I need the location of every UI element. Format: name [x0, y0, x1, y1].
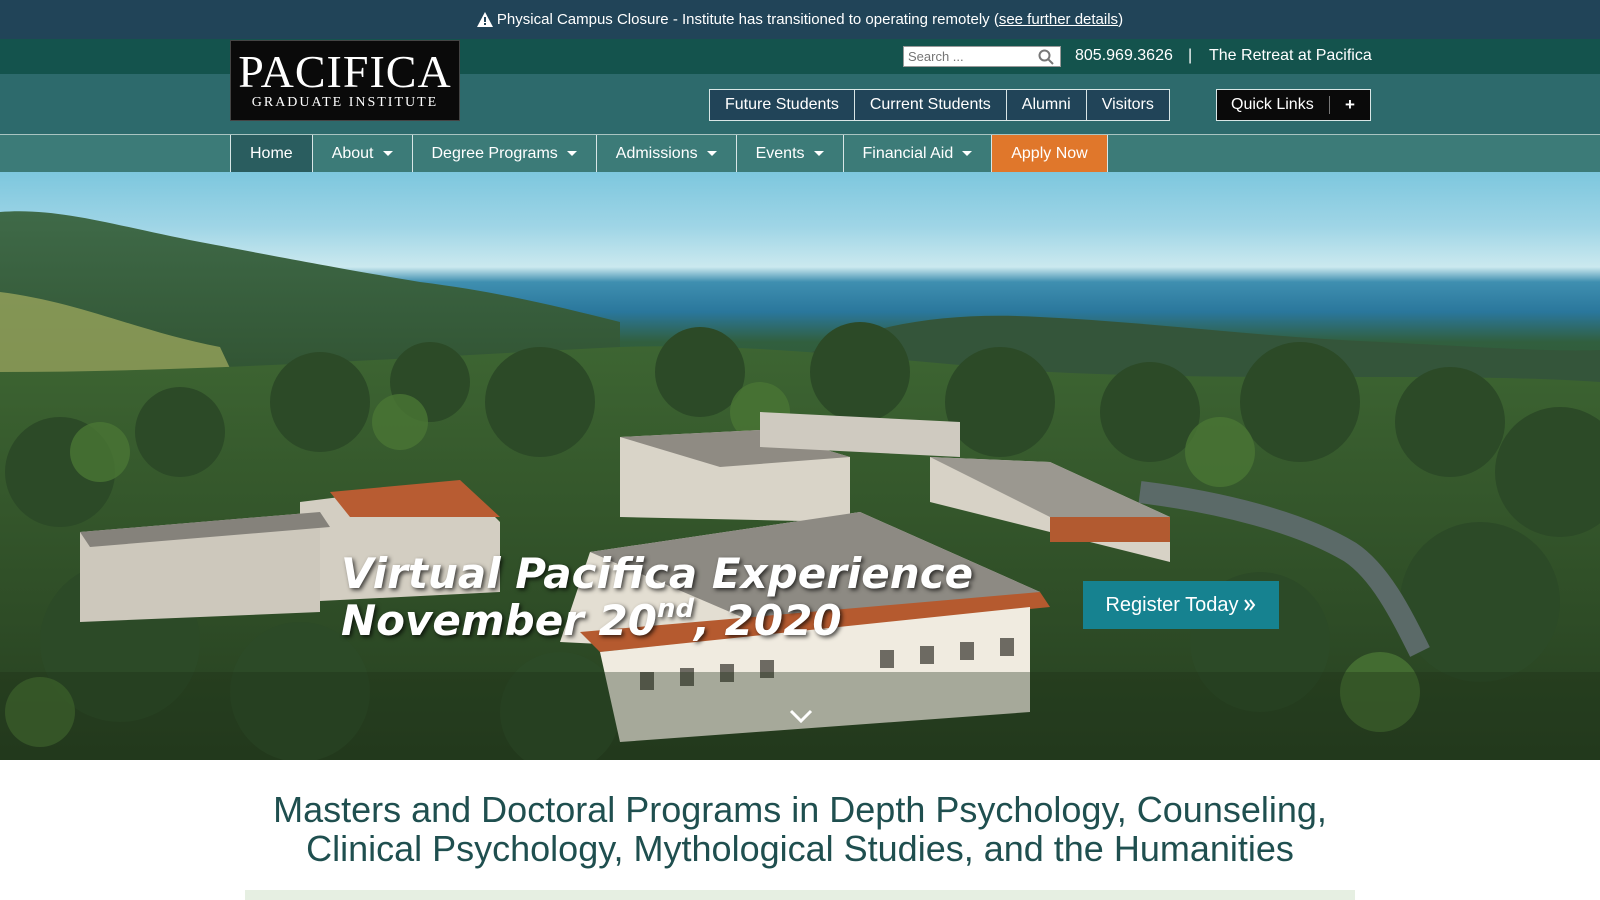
hero-date: November 20	[341, 596, 657, 645]
audience-nav: Future Students Current Students Alumni …	[709, 89, 1170, 121]
nav-financial-aid[interactable]: Financial Aid	[842, 135, 992, 172]
plus-icon: +	[1345, 95, 1355, 114]
current-students-button[interactable]: Current Students	[854, 90, 1007, 120]
intro-line-2: Clinical Psychology, Mythological Studie…	[306, 828, 1294, 869]
caret-down-icon	[813, 151, 824, 156]
intro-line-1: Masters and Doctoral Programs in Depth P…	[273, 789, 1327, 830]
hero-year: , 2020	[694, 596, 842, 645]
apply-now-label: Apply Now	[1011, 144, 1088, 162]
nav-admissions-label: Admissions	[615, 144, 698, 162]
main-nav: Home About Degree Programs Admissions Ev…	[230, 135, 1108, 172]
nav-events[interactable]: Events	[735, 135, 843, 172]
nav-degree-programs-label: Degree Programs	[431, 144, 558, 162]
register-label: Register Today	[1105, 593, 1239, 616]
further-details-link[interactable]: see further details	[999, 11, 1118, 28]
hero-line-2: November 20nd, 2020	[341, 594, 973, 645]
nav-about[interactable]: About	[311, 135, 412, 172]
caret-down-icon	[706, 151, 717, 156]
hero-banner: Virtual Pacifica Experience November 20n…	[0, 172, 1600, 760]
alumni-button[interactable]: Alumni	[1006, 90, 1087, 120]
site-header: PACIFICA GRADUATE INSTITUTE 805.969.3626…	[0, 39, 1600, 172]
register-today-button[interactable]: Register Today	[1083, 581, 1279, 629]
intro-heading: Masters and Doctoral Programs in Depth P…	[0, 790, 1600, 868]
quick-links-label: Quick Links	[1217, 96, 1330, 114]
logo-title: PACIFICA	[238, 45, 452, 97]
warning-icon	[476, 12, 493, 27]
nav-home-label: Home	[250, 144, 293, 162]
pacifica-logo[interactable]: PACIFICA GRADUATE INSTITUTE	[230, 40, 460, 121]
search-input[interactable]	[904, 47, 1034, 66]
nav-degree-programs[interactable]: Degree Programs	[411, 135, 596, 172]
hero-line-1: Virtual Pacifica Experience	[341, 549, 974, 598]
alert-text: Physical Campus Closure - Institute has …	[496, 11, 999, 28]
scroll-down-icon[interactable]	[789, 709, 813, 728]
search-box	[903, 46, 1061, 67]
closure-alert-bar: Physical Campus Closure - Institute has …	[0, 0, 1600, 39]
hero-headline: Virtual Pacifica Experience November 20n…	[341, 550, 973, 644]
alert-suffix: )	[1118, 11, 1124, 28]
nav-about-label: About	[331, 144, 374, 162]
content-strip	[245, 890, 1355, 900]
nav-admissions[interactable]: Admissions	[595, 135, 736, 172]
hero-date-suffix: nd	[656, 594, 695, 624]
visitors-button[interactable]: Visitors	[1086, 90, 1169, 120]
nav-financial-aid-label: Financial Aid	[862, 144, 954, 162]
nav-home[interactable]: Home	[230, 135, 312, 172]
retreat-link[interactable]: The Retreat at Pacifica	[1209, 47, 1372, 65]
logo-subtitle: GRADUATE INSTITUTE	[251, 94, 439, 110]
caret-down-icon	[566, 151, 577, 156]
phone-number[interactable]: 805.969.3626	[1075, 47, 1173, 65]
caret-down-icon	[382, 151, 393, 156]
nav-events-label: Events	[755, 144, 805, 162]
quick-links-button[interactable]: Quick Links +	[1216, 89, 1371, 121]
search-icon[interactable]	[1038, 49, 1054, 65]
caret-down-icon	[962, 151, 973, 156]
header-separator: |	[1188, 47, 1193, 64]
future-students-button[interactable]: Future Students	[710, 90, 855, 120]
apply-now-button[interactable]: Apply Now	[991, 135, 1108, 172]
double-chevron-right-icon	[1243, 599, 1255, 611]
campus-aerial-image	[0, 211, 1600, 760]
